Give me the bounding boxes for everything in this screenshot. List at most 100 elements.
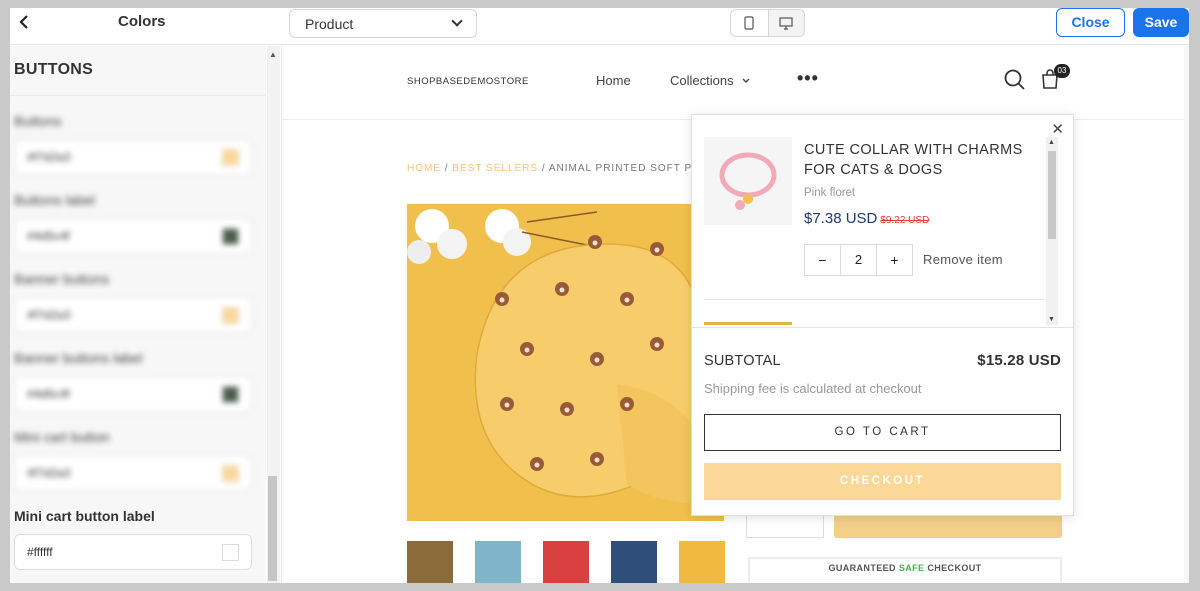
color-swatch[interactable] xyxy=(222,307,239,324)
preview-scrollbar[interactable] xyxy=(1184,46,1189,583)
store-logo[interactable]: SHOPBASEDEMOSTORE xyxy=(407,76,529,87)
device-toggle xyxy=(730,9,805,37)
color-value: #f7d2a3 xyxy=(27,466,71,480)
blurred-settings: Buttons #f7d2a3 Buttons label #4d5c4f Ba… xyxy=(10,113,266,491)
checkout-button[interactable]: CHECKOUT xyxy=(704,463,1061,500)
subtotal-value: $15.28 USD xyxy=(977,352,1061,369)
mini-cart-label-color-field[interactable]: #ffffff xyxy=(14,534,252,570)
mini-cart-items: CUTE COLLAR WITH CHARMS FOR CATS & DOGS … xyxy=(692,137,1054,325)
cart-item-image[interactable] xyxy=(704,137,792,225)
cart-count-badge: 03 xyxy=(1054,64,1070,78)
breadcrumb-home[interactable]: HOME xyxy=(407,163,441,174)
scroll-up-arrow-icon[interactable]: ▲ xyxy=(269,50,277,59)
guarantee-text: CHECKOUT xyxy=(924,563,982,573)
go-to-cart-button[interactable]: GO TO CART xyxy=(704,414,1061,451)
scroll-up-arrow-icon[interactable]: ▲ xyxy=(1048,139,1055,146)
cart-item-price: $7.38 USD $9.22 USD xyxy=(804,210,929,227)
color-value: #4d5c4f xyxy=(27,387,70,401)
product-thumbnail[interactable] xyxy=(475,541,521,583)
color-value: #4d5c4f xyxy=(27,229,70,243)
cart-item-image[interactable] xyxy=(704,322,792,325)
item-divider xyxy=(704,299,1044,300)
color-swatch[interactable] xyxy=(222,149,239,166)
scrollbar-thumb[interactable] xyxy=(268,476,277,581)
close-button[interactable]: Close xyxy=(1056,8,1125,37)
color-value: #f7d2a3 xyxy=(27,150,71,164)
editor-window: Colors Product Close Save BUTTONS Button… xyxy=(10,8,1189,583)
cart-item-sale-price: $7.38 USD xyxy=(804,210,878,227)
product-thumbnails xyxy=(407,541,725,583)
field-label: Banner buttons label xyxy=(14,350,143,366)
color-field[interactable]: #f7d2a3 xyxy=(14,297,252,333)
chevron-down-icon xyxy=(742,78,750,83)
store-preview: SHOPBASEDEMOSTORE Home Collections ••• 0… xyxy=(281,46,1189,583)
field-label: Buttons label xyxy=(14,192,95,208)
quantity-input[interactable]: 2 xyxy=(840,245,877,275)
save-button[interactable]: Save xyxy=(1133,8,1189,37)
color-swatch[interactable] xyxy=(222,544,239,561)
mobile-icon xyxy=(744,16,754,30)
color-swatch[interactable] xyxy=(222,465,239,482)
chevron-left-icon xyxy=(19,15,28,29)
product-thumbnail[interactable] xyxy=(543,541,589,583)
guarantee-safe-text: SAFE xyxy=(898,563,925,573)
back-button[interactable] xyxy=(14,14,34,34)
close-icon[interactable]: ✕ xyxy=(1051,120,1064,138)
field-label: Mini cart button xyxy=(14,429,110,445)
cart-item-variant: Pink floret xyxy=(804,187,856,199)
shipping-note: Shipping fee is calculated at checkout xyxy=(704,381,922,396)
color-value: #ffffff xyxy=(27,545,53,559)
chevron-down-icon xyxy=(451,15,463,27)
color-field[interactable]: #f7d2a3 xyxy=(14,455,252,491)
quantity-stepper: − 2 + xyxy=(804,244,913,276)
mini-cart-label-title: Mini cart button label xyxy=(14,508,155,524)
nav-collections-label: Collections xyxy=(670,73,734,88)
mini-cart-scrollbar[interactable]: ▲ ▼ xyxy=(1046,137,1058,325)
product-thumbnail[interactable] xyxy=(407,541,453,583)
mini-cart-popup: ✕ CUTE COLLAR WITH CHARMS FOR CATS & DOG… xyxy=(691,114,1074,516)
mobile-view-button[interactable] xyxy=(731,10,768,36)
increase-quantity-button[interactable]: + xyxy=(877,245,912,275)
store-header: SHOPBASEDEMOSTORE Home Collections ••• 0… xyxy=(282,46,1189,120)
remove-item-link[interactable]: Remove item xyxy=(923,252,1003,267)
more-menu-icon[interactable]: ••• xyxy=(797,68,819,89)
color-swatch[interactable] xyxy=(222,386,239,403)
color-value: #f7d2a3 xyxy=(27,308,71,322)
nav-home[interactable]: Home xyxy=(596,73,631,88)
desktop-view-button[interactable] xyxy=(767,10,804,36)
search-icon[interactable] xyxy=(1004,69,1026,91)
cart-item-original-price: $9.22 USD xyxy=(880,215,930,226)
breadcrumb-separator: / xyxy=(441,163,453,174)
page-type-value: Product xyxy=(305,16,354,32)
scroll-down-arrow-icon[interactable]: ▼ xyxy=(1048,316,1055,323)
page-type-select[interactable]: Product xyxy=(289,9,477,38)
panel-title: Colors xyxy=(118,13,166,30)
decrease-quantity-button[interactable]: − xyxy=(805,245,840,275)
subtotal-label: SUBTOTAL xyxy=(704,353,781,369)
color-field[interactable]: #4d5c4f xyxy=(14,376,252,412)
breadcrumb-best-sellers[interactable]: BEST SELLERS xyxy=(452,163,538,174)
color-swatch[interactable] xyxy=(222,228,239,245)
product-thumbnail[interactable] xyxy=(679,541,725,583)
field-label: Buttons xyxy=(14,113,62,129)
editor-topbar: Colors Product Close Save xyxy=(10,8,1189,45)
product-thumbnail[interactable] xyxy=(611,541,657,583)
cart-item-title[interactable]: CUTE COLLAR WITH CHARMS FOR CATS & DOGS xyxy=(804,140,1044,180)
color-field[interactable]: #f7d2a3 xyxy=(14,139,252,175)
guaranteed-checkout-badge: GUARANTEED SAFE CHECKOUT xyxy=(748,557,1062,583)
guarantee-text: GUARANTEED xyxy=(828,563,899,573)
desktop-icon xyxy=(779,16,793,30)
breadcrumb-separator: / xyxy=(538,163,549,174)
sidebar-scrollbar[interactable]: ▲ xyxy=(267,46,280,583)
breadcrumb: HOME / BEST SELLERS / ANIMAL PRINTED SOF… xyxy=(407,163,700,174)
breadcrumb-current: ANIMAL PRINTED SOFT PU xyxy=(548,163,701,174)
color-field[interactable]: #4d5c4f xyxy=(14,218,252,254)
scrollbar-thumb[interactable] xyxy=(1048,151,1056,239)
settings-sidebar: BUTTONS Buttons #f7d2a3 Buttons label #4… xyxy=(10,46,266,583)
field-label: Banner buttons xyxy=(14,271,109,287)
section-title: BUTTONS xyxy=(10,46,266,96)
product-photo xyxy=(407,204,724,521)
mini-cart-footer: SUBTOTAL $15.28 USD Shipping fee is calc… xyxy=(692,327,1073,517)
nav-collections[interactable]: Collections xyxy=(670,73,751,88)
product-main-image[interactable] xyxy=(407,204,724,521)
